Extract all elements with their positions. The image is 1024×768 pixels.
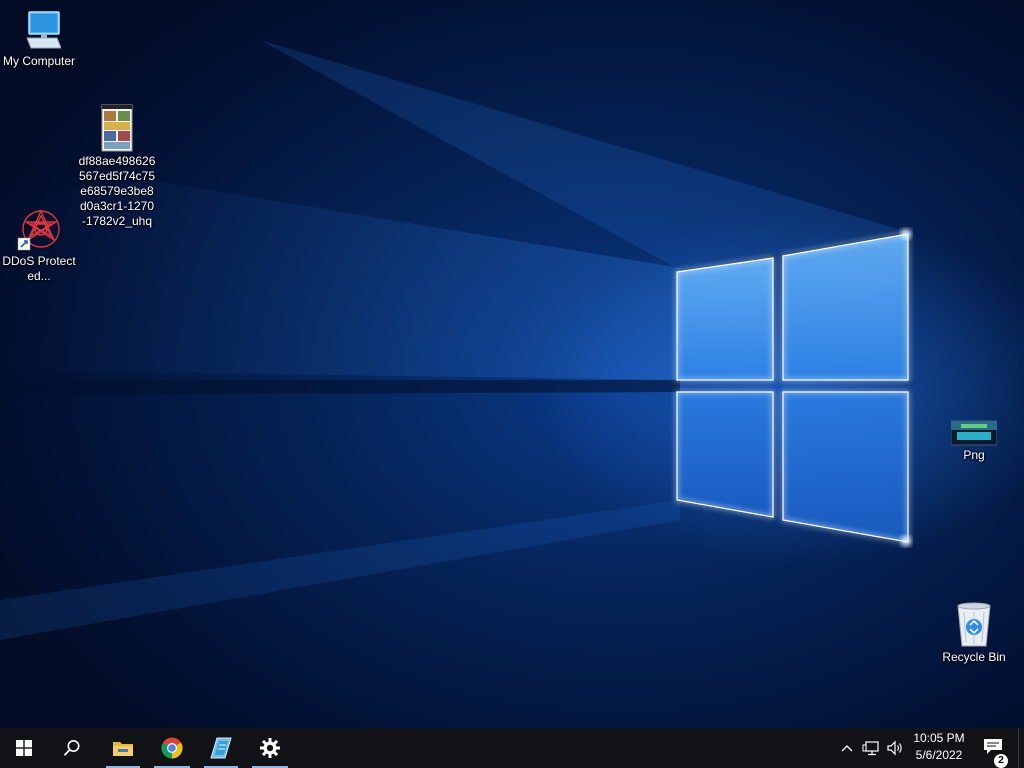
chevron-up-icon: [841, 745, 853, 752]
image-file-icon: [950, 420, 998, 446]
desktop-icon-label: Png: [963, 448, 985, 462]
image-file-icon: [101, 104, 133, 152]
network-status-button[interactable]: [859, 728, 883, 768]
search-icon: [63, 740, 80, 756]
speaker-icon: [887, 740, 902, 756]
desktop-icon-image-file[interactable]: df88ae498626567ed5f74c75e68579e3be8d0a3c…: [78, 104, 156, 229]
settings-button[interactable]: [250, 728, 290, 768]
desktop-icon-label: My Computer: [2, 54, 76, 68]
desktop-icon-label: df88ae498626567ed5f74c75e68579e3be8d0a3c…: [78, 154, 156, 228]
clock-date: 5/6/2022: [915, 748, 963, 762]
desktop-icon-png[interactable]: Png: [935, 420, 1013, 463]
volume-button[interactable]: [884, 728, 906, 768]
network-icon: [862, 741, 879, 756]
windows-logo-icon: [16, 740, 32, 756]
folder-icon: [113, 742, 133, 756]
desktop-icon-label: DDoS Protected...: [2, 254, 76, 283]
notification-count-badge: 2: [994, 754, 1008, 768]
desktop-icon-recycle-bin[interactable]: Recycle Bin: [935, 600, 1013, 665]
desktop-icon-my-computer[interactable]: My Computer: [0, 10, 78, 69]
desktop-icon-label: Recycle Bin: [942, 650, 1006, 664]
recycle-bin-icon: [957, 602, 991, 647]
search-button[interactable]: [48, 728, 96, 768]
taskbar: 10:05 PM 5/6/2022 2: [0, 728, 1024, 768]
shortcut-app-icon: [17, 209, 60, 251]
action-center-button[interactable]: 2: [978, 728, 1012, 768]
notepad-app-button[interactable]: [202, 728, 240, 768]
chrome-button[interactable]: [152, 728, 192, 768]
clock-time: 10:05 PM: [913, 731, 965, 745]
desktop-icon-ddos-protected[interactable]: DDoS Protected...: [0, 206, 78, 284]
notepad-icon: [210, 737, 232, 759]
chrome-icon: [161, 737, 183, 759]
show-desktop-button[interactable]: [1018, 728, 1024, 768]
computer-icon: [26, 11, 62, 49]
desktop[interactable]: My Computer df88ae498626567ed5f74c75e685…: [0, 0, 1024, 728]
show-hidden-icons-button[interactable]: [837, 728, 857, 768]
start-button[interactable]: [0, 728, 48, 768]
gear-icon: [260, 738, 280, 758]
clock[interactable]: 10:05 PM 5/6/2022: [904, 730, 974, 766]
file-explorer-button[interactable]: [104, 728, 142, 768]
